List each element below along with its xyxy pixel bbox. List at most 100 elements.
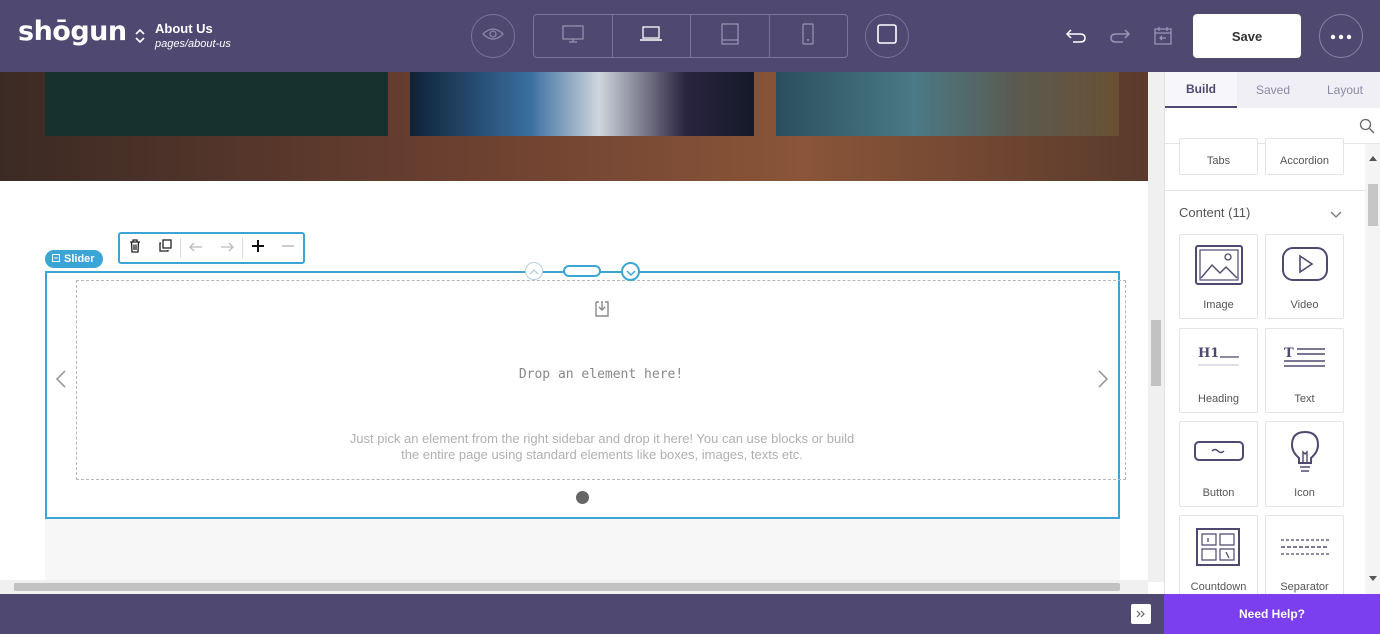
canvas-horizontal-scroll-thumb[interactable] — [14, 583, 1120, 591]
drop-description-line-2: the entire page using standard elements … — [401, 447, 803, 462]
drop-zone[interactable]: Drop an element here! Just pick an eleme… — [76, 280, 1126, 480]
device-tablet-button[interactable] — [691, 15, 770, 57]
tab-layout[interactable]: Layout — [1309, 72, 1380, 108]
square-icon — [877, 23, 897, 49]
drag-handle[interactable] — [563, 265, 601, 277]
tile-countdown[interactable]: Countdown — [1179, 515, 1258, 594]
tile-label: Text — [1294, 393, 1315, 405]
tile-accordion[interactable]: Accordion — [1265, 138, 1344, 175]
remove-slide-button[interactable] — [273, 234, 303, 262]
arrow-right-icon — [220, 239, 234, 257]
tab-build[interactable]: Build — [1165, 72, 1237, 108]
double-chevron-right-icon — [1136, 605, 1146, 623]
tile-text[interactable]: T Text — [1265, 328, 1344, 413]
eye-icon — [482, 27, 504, 46]
sidebar-tabs: Build Saved Layout — [1165, 72, 1380, 108]
slider-prev-arrow-icon[interactable] — [55, 369, 67, 394]
canvas-vertical-scrollbar[interactable] — [1148, 72, 1164, 582]
move-up-handle[interactable] — [525, 262, 543, 280]
lightbulb-icon — [1290, 430, 1320, 479]
move-left-button[interactable] — [181, 234, 211, 262]
heading-icon: H1 — [1198, 345, 1240, 380]
move-down-handle[interactable] — [621, 262, 640, 281]
canvas-horizontal-scrollbar[interactable] — [0, 580, 1148, 594]
hero-section[interactable] — [0, 72, 1148, 181]
svg-text:T: T — [1284, 346, 1294, 361]
slider-next-arrow-icon[interactable] — [1097, 369, 1109, 394]
top-bar: shōgun About Us pages/about-us Save — [0, 0, 1380, 72]
page-canvas: Drop an element here! Just pick an eleme… — [0, 72, 1148, 582]
tile-label: Icon — [1294, 487, 1315, 499]
canvas-vertical-scroll-thumb[interactable] — [1151, 320, 1161, 386]
tile-label: Tabs — [1206, 155, 1231, 167]
save-button[interactable]: Save — [1193, 14, 1301, 58]
redo-icon[interactable] — [1108, 24, 1132, 48]
scroll-up-icon[interactable] — [1369, 148, 1377, 166]
page-info[interactable]: About Us pages/about-us — [155, 21, 231, 50]
more-dots-icon — [1330, 27, 1352, 45]
tab-saved[interactable]: Saved — [1237, 72, 1309, 108]
tile-label: Separator — [1280, 581, 1329, 593]
drop-description-line-1: Just pick an element from the right side… — [349, 431, 855, 446]
element-box-icon — [52, 253, 60, 265]
fullscreen-button[interactable] — [865, 14, 909, 58]
svg-text:H1: H1 — [1198, 346, 1219, 361]
gallery-image-1[interactable] — [45, 72, 388, 136]
page-title: About Us — [155, 21, 213, 36]
chevron-up-icon — [529, 262, 539, 280]
tile-label: Video — [1290, 299, 1319, 311]
slider-tag[interactable]: Slider — [45, 250, 103, 268]
sidebar-scroll-thumb[interactable] — [1368, 184, 1378, 226]
image-icon — [1195, 245, 1243, 290]
duplicate-button[interactable] — [150, 234, 180, 262]
tile-video[interactable]: Video — [1265, 234, 1344, 319]
tile-label: Accordion — [1280, 155, 1329, 167]
scroll-down-icon[interactable] — [1369, 568, 1377, 586]
tile-tabs[interactable]: Tabs — [1179, 138, 1258, 175]
gallery-image-3[interactable] — [776, 72, 1119, 136]
delete-button[interactable] — [120, 234, 150, 262]
tablet-icon — [721, 22, 739, 50]
minus-icon — [281, 239, 294, 257]
slider-pagination-dot[interactable] — [576, 491, 589, 504]
device-selector — [533, 14, 848, 58]
add-slide-button[interactable] — [243, 234, 273, 262]
collapse-sidebar-button[interactable] — [1131, 604, 1151, 624]
laptop-icon — [639, 25, 663, 47]
category-content-header[interactable]: Content (11) — [1179, 205, 1349, 220]
device-desktop-button[interactable] — [534, 15, 613, 57]
tile-separator[interactable]: Separator — [1265, 515, 1344, 594]
desktop-icon — [562, 24, 584, 48]
bottom-bar — [0, 594, 1164, 634]
move-right-button[interactable] — [211, 234, 241, 262]
device-laptop-button[interactable] — [613, 15, 691, 57]
category-divider — [1165, 190, 1365, 191]
text-icon: T — [1284, 345, 1326, 380]
more-options-button[interactable] — [1319, 14, 1363, 58]
copy-icon — [159, 239, 172, 257]
tile-heading[interactable]: H1 Heading — [1179, 328, 1258, 413]
element-toolbar — [118, 232, 305, 264]
tile-button[interactable]: Button — [1179, 421, 1258, 507]
drop-title: Drop an element here! — [518, 367, 684, 382]
tile-label: Countdown — [1190, 581, 1247, 593]
undo-icon[interactable] — [1064, 24, 1088, 48]
search-icon — [1359, 118, 1375, 139]
plus-icon — [251, 239, 264, 257]
tile-icon[interactable]: Icon — [1265, 421, 1344, 507]
sidebar-scrollbar[interactable] — [1365, 144, 1380, 594]
page-switcher-icon[interactable] — [133, 26, 147, 46]
device-mobile-button[interactable] — [770, 15, 848, 57]
tile-label: Heading — [1198, 393, 1239, 405]
preview-button[interactable] — [471, 14, 515, 58]
mobile-icon — [802, 22, 814, 50]
need-help-button[interactable]: Need Help? — [1164, 594, 1380, 634]
shogun-logo[interactable]: shōgun — [18, 16, 127, 47]
play-icon — [1281, 245, 1329, 290]
page-path: pages/about-us — [155, 38, 231, 50]
slider-tag-label: Slider — [64, 253, 95, 265]
history-icon[interactable] — [1151, 24, 1175, 48]
gallery-image-2[interactable] — [410, 72, 754, 136]
chevron-down-icon[interactable] — [1330, 206, 1342, 224]
tile-image[interactable]: Image — [1179, 234, 1258, 319]
